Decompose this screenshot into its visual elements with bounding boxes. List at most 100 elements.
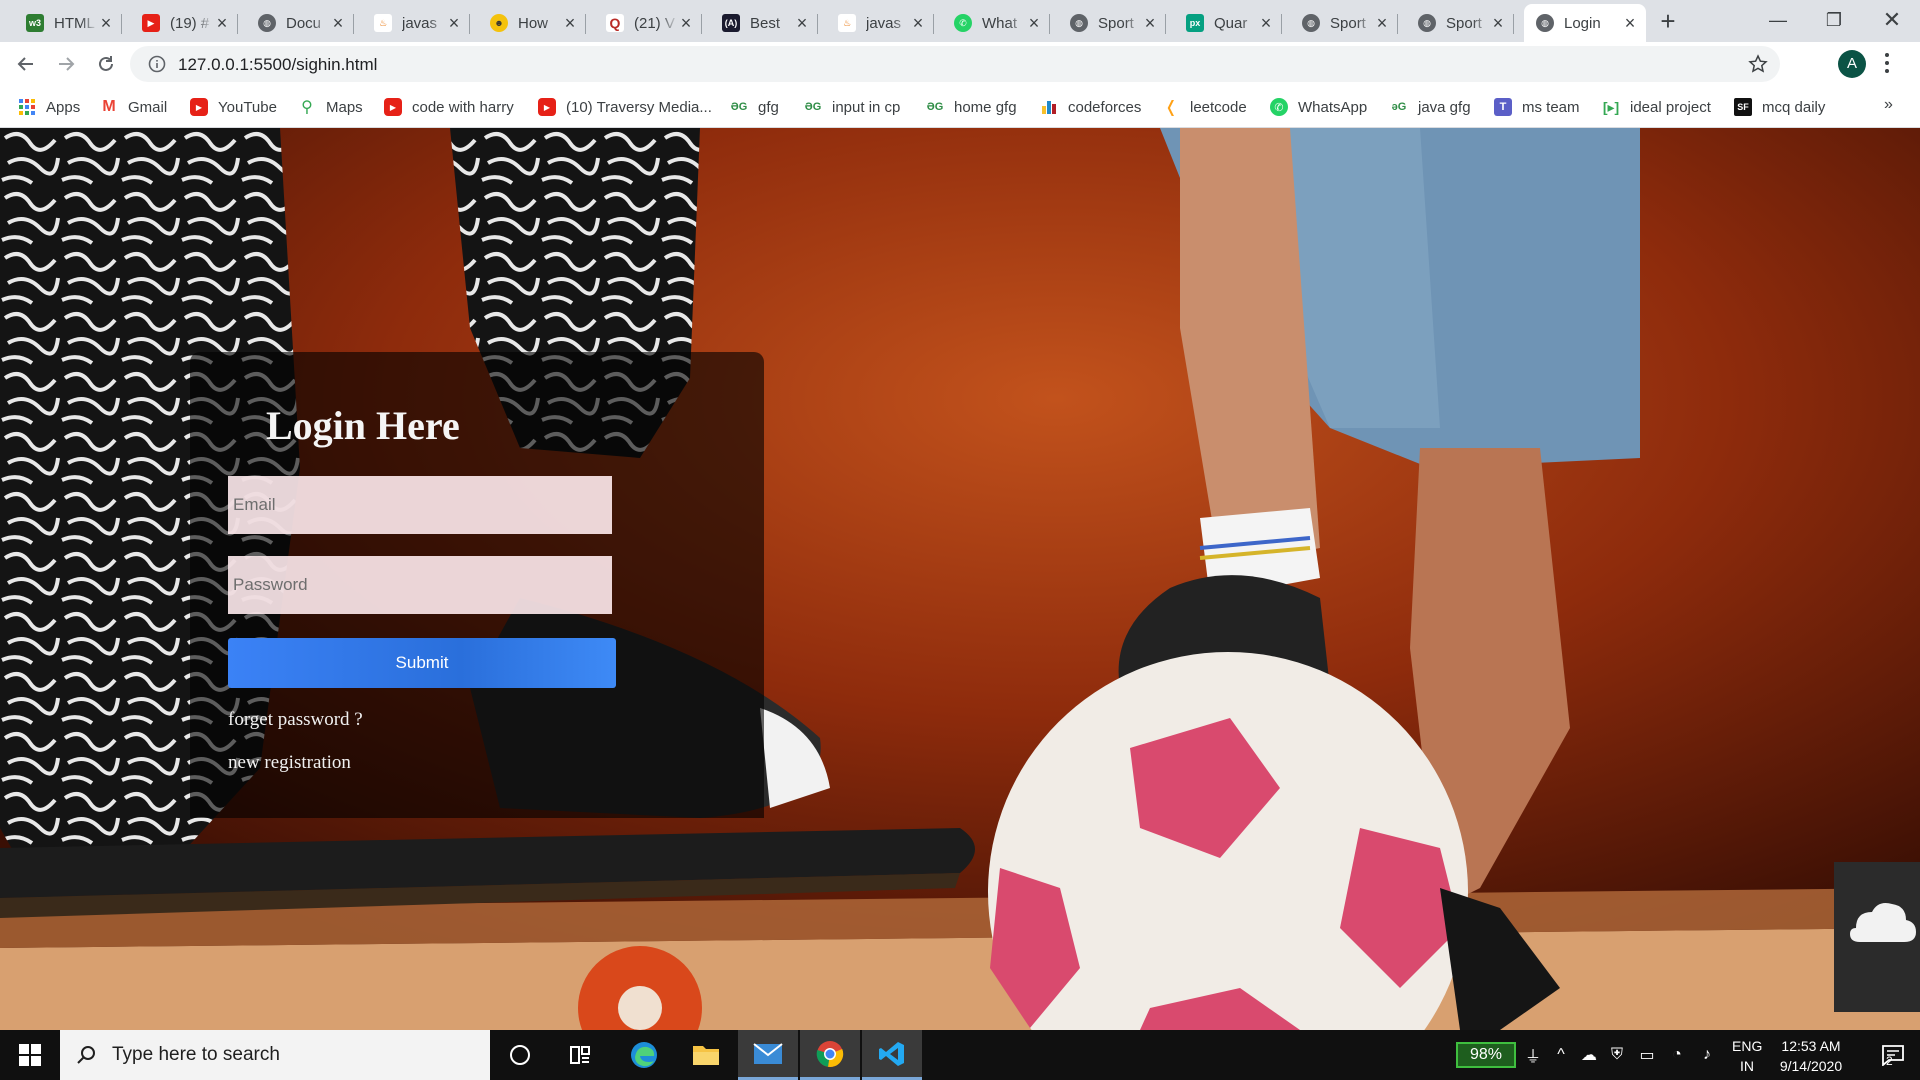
bookmark-ms-team[interactable]: Tms team xyxy=(1494,94,1580,120)
close-icon[interactable]: × xyxy=(562,14,578,32)
back-button[interactable] xyxy=(10,48,42,80)
close-icon[interactable]: × xyxy=(214,14,230,32)
teams-icon: T xyxy=(1494,98,1512,116)
clock-time[interactable]: 12:53 AM xyxy=(1766,1038,1856,1054)
bookmark-ideal-project[interactable]: [▸] ideal project xyxy=(1602,94,1711,120)
bookmark-label: gfg xyxy=(758,98,779,116)
restore-button[interactable]: ❐ xyxy=(1806,0,1862,40)
bookmark-home-gfg[interactable]: ƏG home gfg xyxy=(926,94,1017,120)
tab[interactable]: ✆ What × xyxy=(942,4,1050,42)
bookmark-codeforces[interactable]: codeforces xyxy=(1040,94,1141,120)
close-icon[interactable]: × xyxy=(1490,14,1506,32)
bookmark-label: mcq daily xyxy=(1762,98,1826,116)
tab-title: (21) V xyxy=(634,14,675,32)
tab[interactable]: ◍ Sport × xyxy=(1406,4,1514,42)
java-icon: ♨ xyxy=(838,14,856,32)
bookmark-gmail[interactable]: M Gmail xyxy=(100,94,167,120)
tab[interactable]: px Quar × xyxy=(1174,4,1282,42)
login-heading: Login Here xyxy=(266,403,460,448)
tab[interactable]: ♨ javas × xyxy=(362,4,470,42)
close-icon[interactable]: × xyxy=(1258,14,1274,32)
tab[interactable]: ◍ Sport × xyxy=(1290,4,1398,42)
volume-icon[interactable]: ♪ xyxy=(1696,1044,1718,1066)
password-field[interactable] xyxy=(228,556,612,614)
address-bar[interactable]: 127.0.0.1:5500/sighin.html xyxy=(130,46,1780,82)
bookmark-code-with-harry[interactable]: ▶ code with harry xyxy=(384,94,514,120)
notification-center-button[interactable] xyxy=(1866,1030,1920,1080)
bookmark-label: (10) Traversy Media... xyxy=(566,98,712,116)
bookmark-label: java gfg xyxy=(1418,98,1471,116)
url-text[interactable]: 127.0.0.1:5500/sighin.html xyxy=(178,55,377,75)
minimize-button[interactable]: — xyxy=(1750,0,1806,40)
taskbar-search-box[interactable]: Type here to search xyxy=(60,1030,490,1080)
tab[interactable]: ☻ How × xyxy=(478,4,586,42)
codechef-icon: (A) xyxy=(722,14,740,32)
task-view-button[interactable] xyxy=(550,1030,610,1080)
forget-password-link[interactable]: forget password ? xyxy=(228,709,363,731)
close-icon[interactable]: × xyxy=(1026,14,1042,32)
close-window-button[interactable]: ✕ xyxy=(1864,0,1920,40)
taskbar-edge[interactable] xyxy=(614,1030,674,1080)
bookmark-apps[interactable]: Apps xyxy=(18,94,80,120)
tab[interactable]: Q (21) V × xyxy=(594,4,702,42)
close-icon[interactable]: × xyxy=(98,14,114,32)
power-plug-icon[interactable]: ⏚ xyxy=(1522,1044,1544,1066)
back-arrow-icon xyxy=(17,57,33,71)
language-indicator[interactable]: ENG xyxy=(1732,1038,1762,1054)
kebab-menu-icon[interactable] xyxy=(1884,52,1890,74)
chevron-up-icon[interactable]: ^ xyxy=(1550,1044,1572,1066)
reload-button[interactable] xyxy=(90,48,122,80)
taskbar-vscode[interactable] xyxy=(862,1030,922,1080)
taskbar-chrome[interactable] xyxy=(800,1030,860,1080)
start-button[interactable] xyxy=(0,1030,60,1080)
windows-taskbar: Type here to search 98% ⏚ ^ ☁ ⛨ ▭ ◔ ♪ EN… xyxy=(0,1030,1920,1080)
close-icon[interactable]: × xyxy=(910,14,926,32)
bookmark-java-gfg[interactable]: əG java gfg xyxy=(1390,94,1471,120)
forward-button[interactable] xyxy=(50,48,82,80)
bookmark-traversy[interactable]: ▶ (10) Traversy Media... xyxy=(538,94,712,120)
tab[interactable]: ◍ Sport × xyxy=(1058,4,1166,42)
email-field[interactable] xyxy=(228,476,612,534)
security-icon[interactable]: ⛨ xyxy=(1606,1044,1628,1066)
close-icon[interactable]: × xyxy=(1374,14,1390,32)
tab[interactable]: ▶ (19) # × xyxy=(130,4,238,42)
bookmark-gfg[interactable]: ƏG gfg xyxy=(730,94,779,120)
onedrive-icon[interactable]: ☁ xyxy=(1578,1044,1600,1066)
tab[interactable]: ◍ Docu × xyxy=(246,4,354,42)
profile-avatar[interactable]: A xyxy=(1838,50,1866,78)
taskbar-mail[interactable] xyxy=(738,1030,798,1080)
bookmark-leetcode[interactable]: ❬ leetcode xyxy=(1162,94,1246,120)
submit-button[interactable]: Submit xyxy=(228,638,616,688)
bookmark-maps[interactable]: ⚲ Maps xyxy=(298,94,363,120)
tab[interactable]: w3 HTML × xyxy=(14,4,122,42)
battery-icon[interactable]: ▭ xyxy=(1636,1044,1658,1066)
clock-date[interactable]: 9/14/2020 xyxy=(1766,1058,1856,1074)
close-icon[interactable]: × xyxy=(446,14,462,32)
chevron-double-right-icon[interactable]: » xyxy=(1884,96,1893,114)
close-icon[interactable]: × xyxy=(1622,14,1638,32)
page-viewport: Login Here Submit forget password ? new … xyxy=(0,128,1920,1030)
bookmark-star-icon[interactable] xyxy=(1748,54,1768,74)
battery-percentage[interactable]: 98% xyxy=(1456,1042,1516,1068)
close-icon[interactable]: × xyxy=(794,14,810,32)
info-icon[interactable] xyxy=(148,55,166,73)
new-registration-link[interactable]: new registration xyxy=(228,752,351,774)
bookmark-input-in-cp[interactable]: ƏG input in cp xyxy=(804,94,901,120)
notification-icon xyxy=(1882,1045,1904,1066)
bookmark-whatsapp[interactable]: ✆ WhatsApp xyxy=(1270,94,1367,120)
close-icon[interactable]: × xyxy=(678,14,694,32)
bookmark-mcq-daily[interactable]: SF mcq daily xyxy=(1734,94,1825,120)
close-icon[interactable]: × xyxy=(330,14,346,32)
taskbar-file-explorer[interactable] xyxy=(676,1030,736,1080)
tab[interactable]: ♨ javas × xyxy=(826,4,934,42)
region-indicator[interactable]: IN xyxy=(1740,1058,1754,1074)
close-icon[interactable]: × xyxy=(1142,14,1158,32)
onedrive-notification[interactable] xyxy=(1834,862,1920,1012)
wifi-icon[interactable]: ◔ xyxy=(1666,1044,1688,1066)
tab-active[interactable]: ◍ Login × xyxy=(1524,4,1646,42)
bookmark-label: YouTube xyxy=(218,98,277,116)
bookmark-youtube[interactable]: ▶ YouTube xyxy=(190,94,277,120)
new-tab-button[interactable]: + xyxy=(1654,8,1682,36)
tab[interactable]: (A) Best × xyxy=(710,4,818,42)
cortana-button[interactable] xyxy=(490,1030,550,1080)
